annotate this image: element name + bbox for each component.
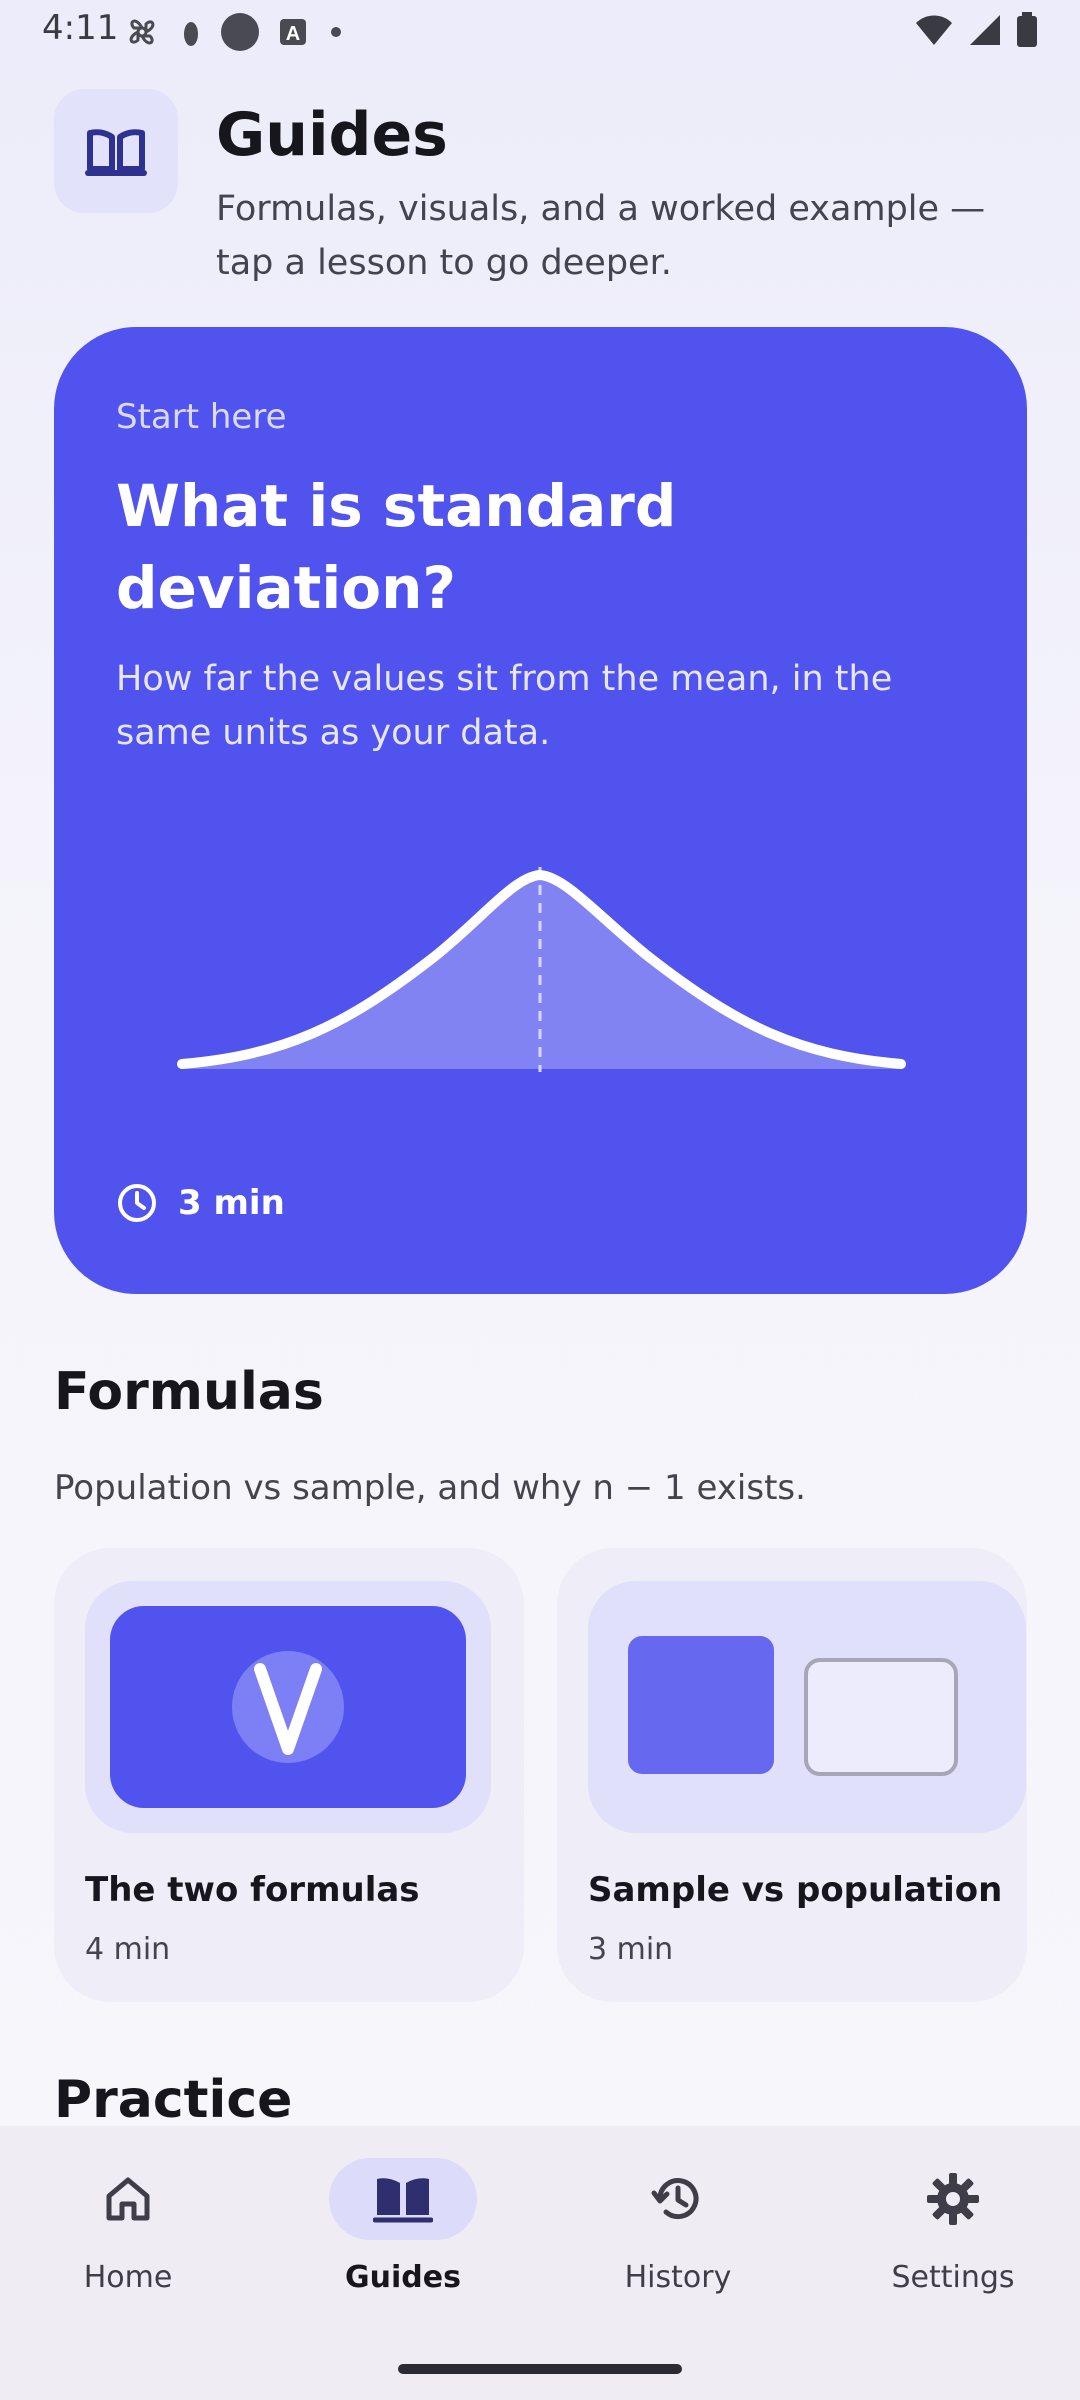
dot-icon xyxy=(331,27,341,37)
history-icon xyxy=(651,2178,699,2220)
nav-pill xyxy=(329,2158,477,2240)
notification-icons: A xyxy=(122,12,346,52)
circle-icon xyxy=(221,13,259,51)
lesson-thumbnail xyxy=(588,1581,1026,1833)
app-badge-icon: A xyxy=(280,19,306,45)
formulas-section-subtitle: Population vs sample, and why n − 1 exis… xyxy=(54,1468,806,1508)
status-bar: 4:11 A xyxy=(0,0,1080,60)
nav-pill xyxy=(54,2158,202,2240)
lesson-duration: 4 min xyxy=(85,1932,171,1967)
hero-duration-label: 3 min xyxy=(178,1183,285,1223)
nav-item-home[interactable]: Home xyxy=(0,2126,263,2326)
lesson-duration: 3 min xyxy=(588,1932,674,1967)
nav-label: History xyxy=(624,2260,732,2295)
compare-boxes-illustration xyxy=(628,1636,958,1776)
drop-icon xyxy=(184,22,198,46)
nav-label: Guides xyxy=(345,2260,461,2295)
gear-icon xyxy=(927,2173,979,2225)
nav-label: Settings xyxy=(891,2260,1015,2295)
home-icon xyxy=(106,2177,150,2221)
nav-pill xyxy=(879,2158,1027,2240)
clock-icon xyxy=(118,1184,156,1222)
guides-header-icon xyxy=(54,89,178,213)
battery-icon xyxy=(1017,12,1037,47)
wifi-icon xyxy=(916,15,952,45)
svg-text:A: A xyxy=(286,23,300,45)
hero-duration: 3 min xyxy=(116,1182,285,1224)
fan-icon xyxy=(129,19,155,45)
nav-item-guides[interactable]: Guides xyxy=(268,2126,538,2326)
hero-lesson-card[interactable]: Start here What is standard deviation? H… xyxy=(54,327,1027,1294)
bottom-navigation: Home Guides History Settings xyxy=(0,2126,1080,2400)
formula-thumb-illustration xyxy=(110,1606,466,1808)
page-title: Guides xyxy=(216,100,448,170)
lesson-card-two-formulas[interactable]: The two formulas 4 min xyxy=(54,1548,524,2002)
page-subtitle: Formulas, visuals, and a worked example … xyxy=(216,189,986,283)
nav-item-settings[interactable]: Settings xyxy=(818,2126,1080,2326)
formulas-section-title: Formulas xyxy=(54,1362,324,1422)
practice-section-title: Practice xyxy=(54,2070,293,2130)
open-book-icon xyxy=(85,129,147,176)
lesson-title: The two formulas xyxy=(85,1870,420,1910)
lesson-thumbnail xyxy=(85,1581,491,1833)
nav-label: Home xyxy=(83,2260,173,2295)
home-indicator xyxy=(398,2364,682,2374)
nav-item-history[interactable]: History xyxy=(543,2126,813,2326)
lesson-title: Sample vs population xyxy=(588,1870,1003,1910)
lesson-card-sample-vs-population[interactable]: Sample vs population 3 min xyxy=(557,1548,1027,2002)
nav-pill xyxy=(604,2158,752,2240)
status-time: 4:11 xyxy=(42,8,119,48)
bell-curve-illustration xyxy=(177,867,906,1072)
open-book-icon xyxy=(373,2178,433,2223)
signal-icon xyxy=(970,15,1000,45)
system-icons xyxy=(914,12,1038,48)
